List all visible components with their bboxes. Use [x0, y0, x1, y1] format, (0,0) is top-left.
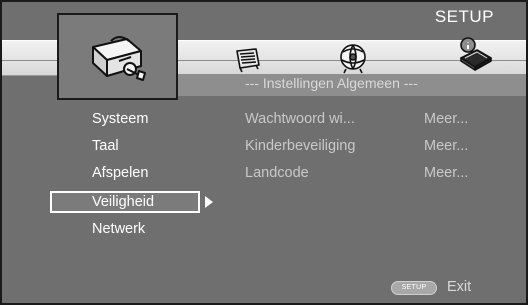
option-kinderbeveiliging-label[interactable]: Kinderbeveiliging: [245, 138, 355, 154]
display-screen-icon: [236, 48, 260, 73]
option-kinderbeveiliging-value[interactable]: Meer...: [424, 138, 468, 154]
menu-item-netwerk[interactable]: Netwerk: [50, 219, 200, 241]
setup-button-pill[interactable]: SETUP: [391, 281, 437, 295]
option-landcode-label[interactable]: Landcode: [245, 165, 309, 181]
setup-screen: SETUP --- Instellingen Algemeen --- Syst…: [0, 0, 528, 305]
option-wachtwoord-value[interactable]: Meer...: [424, 111, 468, 127]
menu-item-veiligheid[interactable]: Veiligheid: [50, 191, 200, 213]
info-book-icon: [460, 37, 492, 71]
section-title: --- Instellingen Algemeen ---: [245, 75, 418, 91]
tab-information[interactable]: [455, 36, 495, 72]
menu-item-afspelen[interactable]: Afspelen: [50, 163, 200, 185]
exit-label: Exit: [447, 279, 472, 295]
speaker-sphere-icon: [340, 44, 366, 74]
submenu-arrow-icon: [205, 196, 213, 208]
menu-item-systeem[interactable]: Systeem: [50, 109, 200, 131]
screen-title: SETUP: [434, 7, 494, 26]
toolbox-icon: [83, 33, 151, 83]
tab-audio[interactable]: [336, 42, 370, 74]
option-landcode-value[interactable]: Meer...: [424, 165, 468, 181]
menu-item-taal[interactable]: Taal: [50, 136, 200, 158]
tab-general-setup[interactable]: [57, 13, 178, 100]
option-wachtwoord-label[interactable]: Wachtwoord wi...: [245, 111, 355, 127]
tab-display[interactable]: [234, 47, 262, 73]
